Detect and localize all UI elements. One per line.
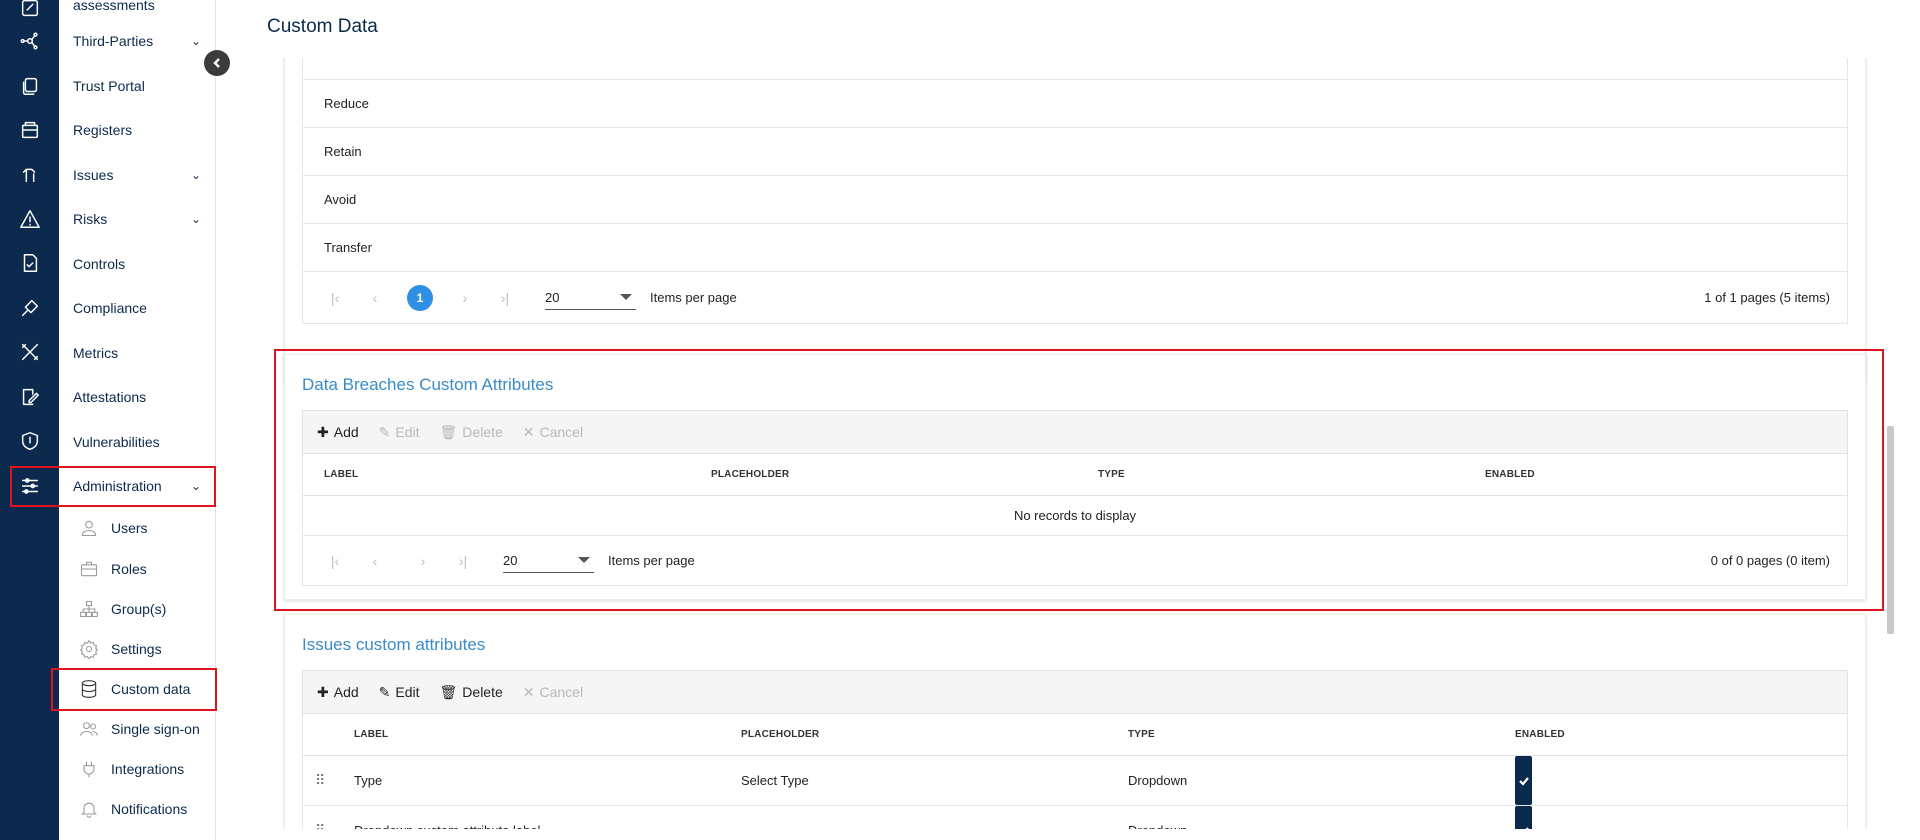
next-page-button[interactable]: › [445, 290, 485, 306]
nav-item-registers[interactable]: Registers [73, 113, 205, 147]
hierarchy-icon [80, 600, 98, 618]
gear-icon [79, 639, 99, 659]
pencil-icon: ✎ [378, 683, 391, 700]
highlight-custom-data [51, 668, 217, 711]
sub-item-notifications[interactable]: Notifications [69, 792, 209, 826]
prev-page-button[interactable]: ‹ [355, 290, 395, 306]
add-button[interactable]: ✚ Add [317, 684, 359, 701]
issues-card: Issues custom attributes ✚ Add ✎ Edit 🗑 Del… [284, 614, 1866, 829]
sub-item-settings[interactable]: Settings [69, 632, 209, 666]
pager-info: 1 of 1 pages (5 items) [1704, 290, 1830, 305]
issue-icon[interactable] [0, 152, 59, 196]
column-header-placeholder[interactable]: PLACEHOLDER [741, 714, 819, 755]
page-title: Custom Data [267, 16, 378, 37]
drag-handle-icon[interactable]: ⠿ [315, 806, 325, 829]
row-type: Dropdown [1128, 773, 1188, 788]
row-label: Dropdown custom attribute label [354, 806, 540, 829]
section-title: Issues custom attributes [302, 635, 486, 654]
nav-item-compliance[interactable]: Compliance [73, 291, 205, 325]
user-icon [81, 520, 97, 537]
briefcase-icon [80, 561, 98, 577]
chevron-left-icon [213, 58, 220, 68]
nav-item-attestations[interactable]: Attestations [73, 380, 205, 414]
nav-item-vulnerabilities[interactable]: Vulnerabilities [73, 425, 205, 459]
grid-toolbar: ✚ Add ✎ Edit 🗑 Delete ✕ Cancel [302, 670, 1848, 714]
trash-icon: 🗑 [439, 683, 458, 700]
icon-rail [0, 0, 59, 840]
compliance-icon[interactable] [0, 286, 59, 330]
nav-item-metrics[interactable]: Metrics [73, 336, 205, 370]
row-placeholder: Select Type [741, 773, 809, 788]
table-row[interactable]: Transfer [302, 224, 1848, 272]
register-icon[interactable] [0, 108, 59, 152]
plug-icon [83, 761, 95, 778]
side-nav: assessments Third-Parties ⌄ Trust Portal … [59, 0, 216, 840]
sub-item-single-sign-on[interactable]: Single sign-on [69, 712, 209, 746]
collapse-sidebar-button[interactable] [204, 50, 230, 76]
column-header-enabled[interactable]: ENABLED [1515, 714, 1565, 755]
checkmark-icon [1518, 776, 1529, 786]
page-number-button[interactable]: 1 [407, 284, 433, 311]
row-type: Dropdown [1128, 806, 1187, 829]
sub-item-groups[interactable]: Group(s) [69, 592, 209, 626]
table-row[interactable]: Reduce [302, 80, 1848, 128]
portal-icon[interactable] [0, 64, 59, 108]
nav-item-controls[interactable]: Controls [73, 247, 205, 281]
risk-response-card: Reduce Retain Avoid Transfer |‹ ‹ 1 › ›|… [284, 58, 1866, 382]
sub-item-integrations[interactable]: Integrations [69, 752, 209, 786]
edit-button[interactable]: ✎ Edit [379, 684, 420, 701]
attestation-icon[interactable] [0, 375, 59, 419]
plus-icon: ✚ [317, 683, 329, 700]
cancel-button[interactable]: ✕ Cancel [523, 684, 583, 701]
column-header-label[interactable]: LABEL [354, 714, 388, 755]
scrollbar[interactable] [1884, 58, 1896, 829]
metrics-icon[interactable] [0, 330, 59, 374]
nav-item-risks[interactable]: Risks ⌄ [73, 202, 205, 236]
first-page-button[interactable]: |‹ [315, 290, 355, 306]
highlight-administration [10, 466, 216, 507]
nav-item-trust-portal[interactable]: Trust Portal [73, 69, 205, 103]
pagination: |‹ ‹ 1 › ›| 20 Items per page 1 of 1 pag… [302, 272, 1848, 324]
table-row[interactable]: ⠿ Dropdown custom attribute label Dropdo… [302, 806, 1848, 829]
highlight-data-breaches-section [274, 349, 1884, 611]
nav-item-assessments[interactable]: assessments [73, 0, 205, 22]
table-row[interactable]: Avoid [302, 176, 1848, 224]
table-row [302, 58, 1848, 80]
checkmark-icon [1524, 826, 1529, 829]
last-page-button[interactable]: ›| [485, 290, 525, 306]
row-label: Type [354, 773, 383, 788]
shield-icon[interactable] [0, 419, 59, 463]
nav-item-issues[interactable]: Issues ⌄ [73, 158, 205, 192]
bell-icon [81, 802, 97, 818]
items-per-page-label: Items per page [650, 290, 737, 305]
delete-button[interactable]: 🗑 Delete [440, 684, 503, 701]
controls-icon[interactable] [0, 241, 59, 285]
chevron-down-icon: ⌄ [190, 168, 201, 182]
page-size-select[interactable]: 20 [545, 286, 636, 310]
close-icon: ✕ [522, 683, 535, 700]
scrollbar-thumb[interactable] [1887, 426, 1894, 634]
column-header-type[interactable]: TYPE [1128, 714, 1155, 755]
warning-icon[interactable] [0, 197, 59, 241]
drag-handle-icon[interactable]: ⠿ [315, 756, 325, 805]
chevron-down-icon: ⌄ [190, 34, 201, 48]
nav-item-third-parties[interactable]: Third-Parties ⌄ [73, 24, 205, 58]
table-header: LABEL PLACEHOLDER TYPE ENABLED [302, 714, 1848, 756]
table-row[interactable]: Retain [302, 128, 1848, 176]
users-icon [80, 722, 98, 736]
chevron-down-icon: ⌄ [190, 212, 201, 226]
network-icon[interactable] [0, 19, 59, 63]
table-row[interactable]: ⠿ Type Select Type Dropdown [302, 756, 1848, 806]
dropdown-arrow-icon [620, 294, 632, 300]
sub-item-users[interactable]: Users [69, 511, 209, 545]
sub-item-roles[interactable]: Roles [69, 552, 209, 586]
